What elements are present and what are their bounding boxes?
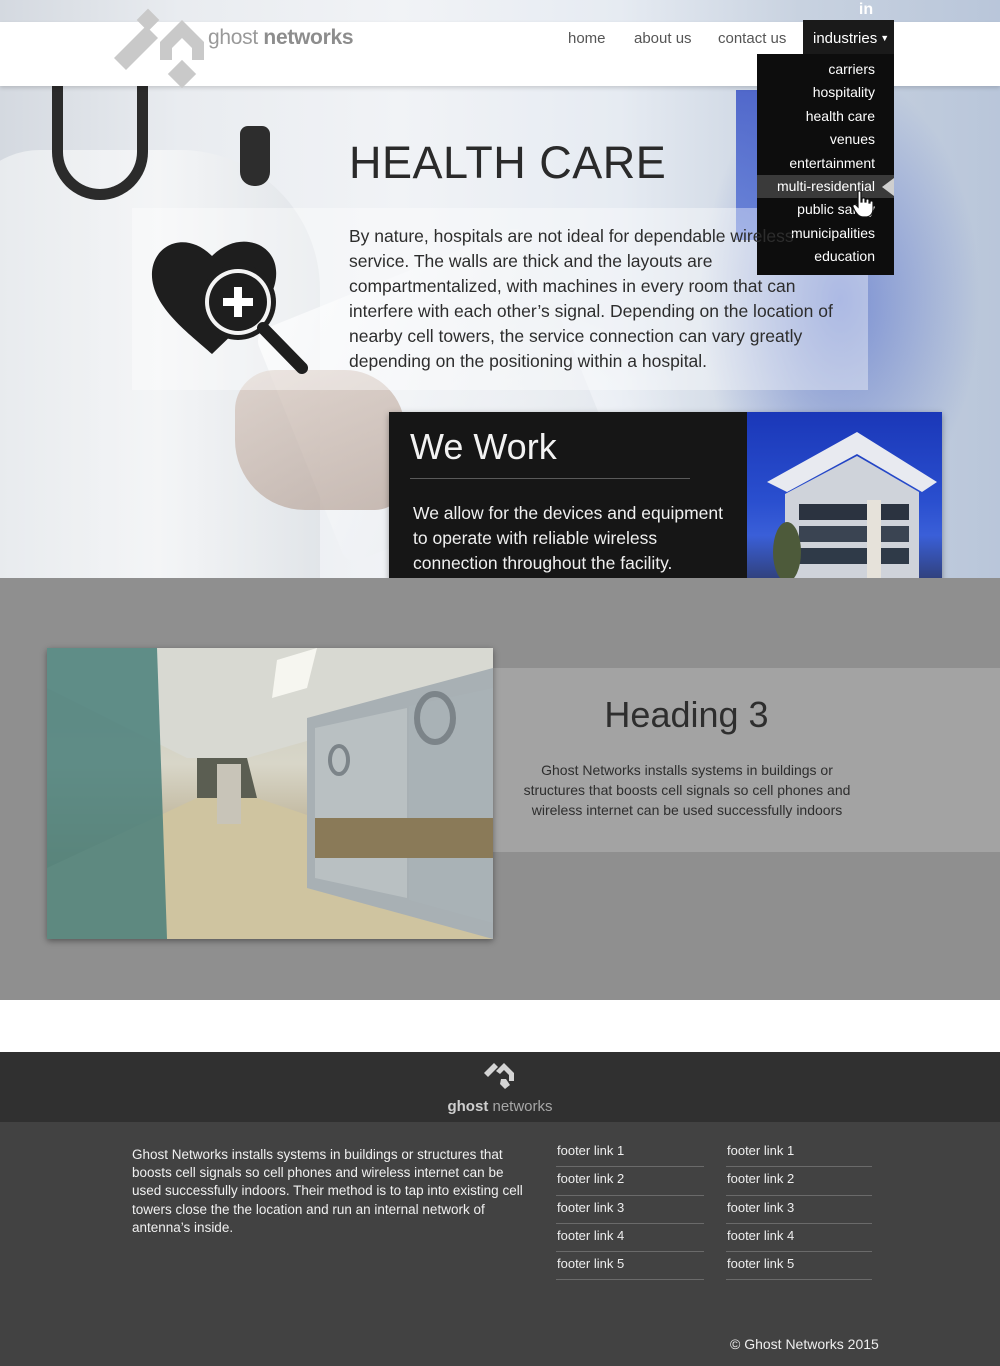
footer-link[interactable]: footer link 3 xyxy=(556,1196,704,1224)
footer-link[interactable]: footer link 3 xyxy=(726,1196,872,1224)
footer-links-column-1: footer link 1 footer link 2 footer link … xyxy=(556,1139,704,1281)
stethoscope-earpiece xyxy=(240,126,270,186)
footer-link[interactable]: footer link 4 xyxy=(556,1224,704,1253)
feature-description: Ghost Networks installs systems in build… xyxy=(523,762,851,818)
dropdown-item-health-care[interactable]: health care xyxy=(757,105,894,128)
copyright-text: © Ghost Networks 2015 xyxy=(730,1336,879,1352)
feature-heading: Heading 3 xyxy=(604,694,769,735)
footer-link[interactable]: footer link 5 xyxy=(556,1252,704,1281)
nav-contact-us[interactable]: contact us xyxy=(718,30,786,47)
nav-industries-label: industries xyxy=(813,30,878,47)
footer-logo-word-networks: networks xyxy=(492,1098,553,1115)
nav-about-us[interactable]: about us xyxy=(634,30,692,47)
hospital-hallway-photo xyxy=(47,648,493,939)
footer-logo-wordmark[interactable]: ghost networks xyxy=(0,1098,1000,1115)
footer-links-column-2: footer link 1 footer link 2 footer link … xyxy=(726,1139,872,1281)
heart-magnifier-plus-icon xyxy=(151,241,308,374)
linkedin-icon[interactable]: in xyxy=(857,1,875,19)
we-work-divider xyxy=(410,478,690,479)
logo-wordmark[interactable]: ghost networks xyxy=(208,26,354,50)
footer-about-text: Ghost Networks installs systems in build… xyxy=(132,1147,523,1235)
footer-link[interactable]: footer link 2 xyxy=(556,1167,704,1196)
we-work-description: We allow for the devices and equipment t… xyxy=(413,503,723,573)
page-title: HEALTH CARE xyxy=(349,137,667,188)
nav-home[interactable]: home xyxy=(568,30,606,47)
footer-logo-mark[interactable] xyxy=(484,1059,516,1091)
logo-mark[interactable] xyxy=(112,8,382,98)
nav-industries[interactable]: industries ▼ xyxy=(803,20,894,54)
dropdown-item-hospitality[interactable]: hospitality xyxy=(757,81,894,104)
we-work-title: We Work xyxy=(410,426,557,467)
footer-link[interactable]: footer link 1 xyxy=(556,1139,704,1168)
footer-link[interactable]: footer link 4 xyxy=(726,1224,872,1253)
footer-logo-word-ghost: ghost xyxy=(447,1098,493,1115)
logo-word-networks: networks xyxy=(263,26,354,49)
footer-link[interactable]: footer link 2 xyxy=(726,1167,872,1196)
hero-hand xyxy=(235,370,405,510)
dropdown-item-entertainment[interactable]: entertainment xyxy=(757,152,894,175)
footer-link[interactable]: footer link 1 xyxy=(726,1139,872,1168)
footer-link[interactable]: footer link 5 xyxy=(726,1252,872,1281)
hero-description: By nature, hospitals are not ideal for d… xyxy=(349,226,833,371)
dropdown-item-carriers[interactable]: carriers xyxy=(757,58,894,81)
hallway-illustration xyxy=(47,648,493,939)
dropdown-item-venues[interactable]: venues xyxy=(757,128,894,151)
hand-cursor-icon xyxy=(852,190,874,218)
logo-word-ghost: ghost xyxy=(208,26,264,49)
caret-down-icon: ▼ xyxy=(880,33,890,43)
